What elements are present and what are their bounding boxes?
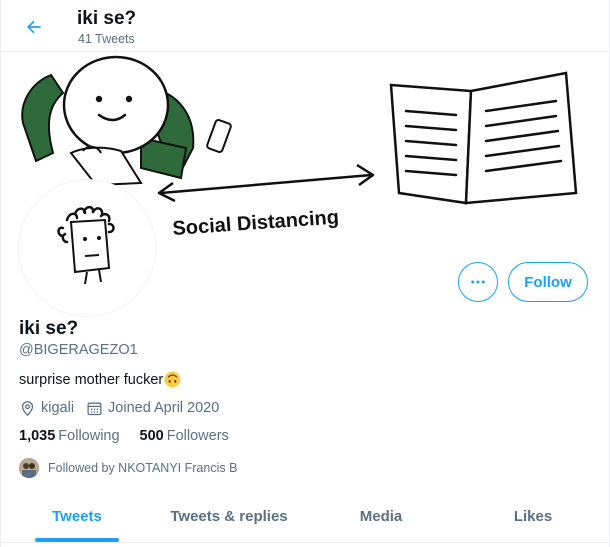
tab-tweets[interactable]: Tweets <box>1 490 153 542</box>
profile-page: iki se? 41 Tweets Social Distancing Foll… <box>0 0 610 547</box>
location: kigali <box>19 400 74 417</box>
bio-text: surprise mother fucker <box>19 371 164 388</box>
location-pin-icon <box>21 400 34 416</box>
join-date: Joined April 2020 <box>86 400 219 417</box>
tab-tweets-and-replies[interactable]: Tweets & replies <box>153 490 305 542</box>
profile-avatar[interactable] <box>19 180 155 316</box>
tweet-count: 41 Tweets <box>78 32 135 46</box>
calendar-icon <box>87 402 102 415</box>
followers-label: Followers <box>166 428 229 444</box>
followed-by-text: Followed by NKOTANYI Francis B <box>48 461 238 475</box>
profile-handle: @BIGERAGEZO1 <box>19 342 138 358</box>
following-count: 1,035 <box>19 428 56 444</box>
banner-caption: Social Distancing <box>172 206 340 240</box>
avatar-illustration <box>23 184 151 312</box>
upside-down-face-emoji-icon <box>164 371 181 388</box>
tab-media[interactable]: Media <box>305 490 457 542</box>
followers-count: 500 <box>139 428 164 444</box>
arrow-left-icon <box>27 20 41 34</box>
profile-meta: kigali Joined April 2020 <box>19 398 231 418</box>
profile-bio: surprise mother fucker <box>19 371 181 388</box>
following-label: Following <box>58 428 120 444</box>
more-horizontal-icon <box>471 280 485 284</box>
following-link[interactable]: 1,035 Following <box>19 428 120 444</box>
follow-button[interactable]: Follow <box>508 262 588 302</box>
follower-avatar <box>19 458 39 478</box>
location-text: kigali <box>41 400 75 416</box>
profile-name: iki se? <box>19 318 79 339</box>
back-button[interactable] <box>19 12 49 42</box>
followers-link[interactable]: 500 Followers <box>140 428 229 444</box>
tab-likes[interactable]: Likes <box>457 490 609 542</box>
follow-stats: 1,035 Following 500 Followers <box>19 428 249 444</box>
profile-tabs: Tweets Tweets & replies Media Likes <box>1 490 609 543</box>
followed-by[interactable]: Followed by NKOTANYI Francis B <box>19 458 237 478</box>
profile-header: iki se? 41 Tweets <box>1 0 609 52</box>
join-date-text: Joined April 2020 <box>108 400 220 416</box>
header-title: iki se? <box>77 8 137 29</box>
more-options-button[interactable] <box>458 262 498 302</box>
